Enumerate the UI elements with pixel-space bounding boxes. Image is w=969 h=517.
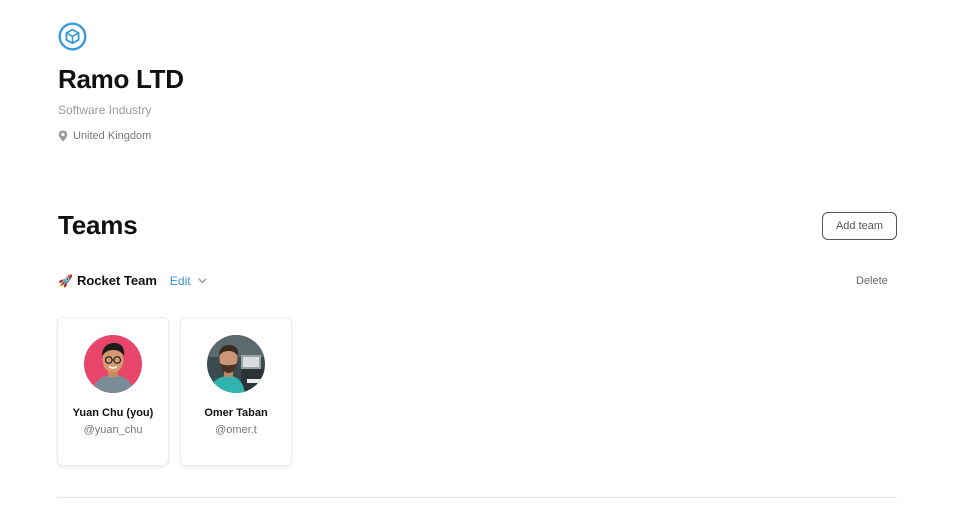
delete-team-link[interactable]: Delete [856, 274, 888, 288]
member-handle: @omer.t [215, 424, 257, 436]
company-location: United Kingdom [58, 129, 151, 143]
team-name: Rocket Team [76, 273, 157, 288]
teams-section-title: Teams [58, 210, 138, 240]
map-pin-icon [58, 130, 68, 142]
member-name: Yuan Chu (you) [72, 407, 154, 419]
company-industry: Software Industry [58, 103, 152, 117]
rocket-icon: 🚀 [58, 274, 73, 288]
avatar [84, 335, 142, 393]
member-card[interactable]: Yuan Chu (you) @yuan_chu [58, 318, 168, 465]
add-team-button[interactable]: Add team [822, 212, 897, 240]
member-handle: @yuan_chu [83, 424, 143, 436]
avatar [207, 335, 265, 393]
member-name: Omer Taban [204, 407, 268, 419]
member-card[interactable]: Omer Taban @omer.t [181, 318, 291, 465]
cube-icon [58, 22, 87, 51]
company-page: Ramo LTD Software Industry United Kingdo… [0, 0, 969, 517]
section-divider [58, 497, 897, 498]
edit-team-link[interactable]: Edit [170, 272, 191, 290]
company-name: Ramo LTD [58, 64, 184, 94]
location-label: United Kingdom [73, 130, 152, 142]
chevron-down-icon[interactable] [197, 278, 207, 284]
team-header: 🚀 Rocket Team Edit [58, 272, 207, 290]
